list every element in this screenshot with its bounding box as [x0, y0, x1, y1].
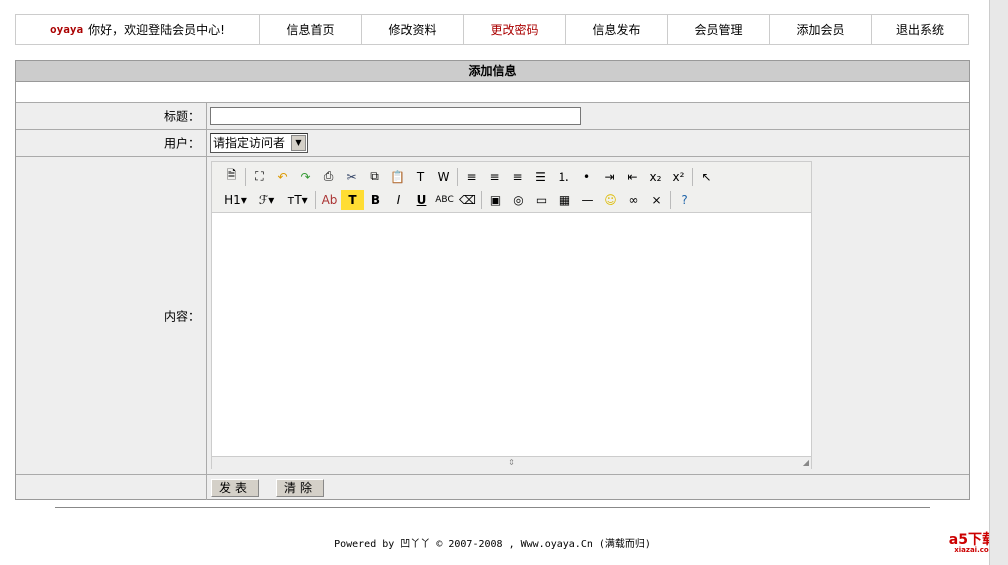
button-row: 发表 清除 [16, 475, 969, 500]
underline-icon[interactable]: U [410, 190, 433, 210]
emoticon-icon[interactable]: ☺ [599, 190, 622, 210]
chevron-down-icon[interactable]: ▼ [291, 135, 306, 151]
redo-icon[interactable]: ↷ [294, 167, 317, 187]
nav-add-member[interactable]: 添加会员 [769, 15, 871, 44]
table-icon[interactable]: ▦ [553, 190, 576, 210]
indent-icon[interactable]: ⇥ [598, 167, 621, 187]
help-icon[interactable]: ? [673, 190, 696, 210]
content-label: 内容： [163, 309, 200, 323]
source-icon[interactable]: 🗎 [220, 167, 243, 187]
eraser-icon[interactable]: ⌫ [456, 190, 479, 210]
toolbar-separator [245, 167, 246, 186]
flash-icon[interactable]: ◎ [507, 190, 530, 210]
bold-icon[interactable]: B [364, 190, 387, 210]
resize-grip-icon[interactable]: ◢ [803, 457, 809, 469]
editor-resize-bar[interactable]: ⇕ ◢ [212, 456, 811, 469]
align-right-icon[interactable]: ≡ [506, 167, 529, 187]
footer-divider [55, 507, 930, 508]
user-select[interactable]: 请指定访问者 ▼ [210, 133, 308, 153]
image-icon[interactable]: ▣ [484, 190, 507, 210]
username: oyaya [50, 23, 84, 36]
paste-text-icon[interactable]: T [409, 167, 432, 187]
nav-logout[interactable]: 退出系统 [871, 15, 968, 44]
font-color-icon[interactable]: Ab [318, 190, 341, 210]
blank-row [16, 82, 969, 103]
title-label: 标题： [163, 109, 200, 124]
content-row: 内容： 🗎 ⛶ ↶ ↷ ⎙ ✂ ⧉ 📋 T W ≡ ≡ ≡ ☰ ⒈ • ⇥ ⇤ x₂ x² ↖ H1▾ ℱ▾ тT▾ Ab T B… [16, 157, 969, 475]
italic-icon[interactable]: I [387, 190, 410, 210]
user-label: 用户： [163, 136, 200, 151]
unordered-list-icon[interactable]: • [575, 167, 598, 187]
user-row: 用户： 请指定访问者 ▼ [16, 130, 969, 157]
clear-button[interactable]: 清除 [276, 479, 325, 497]
editor-toolbar: 🗎 ⛶ ↶ ↷ ⎙ ✂ ⧉ 📋 T W ≡ ≡ ≡ ☰ ⒈ • ⇥ ⇤ x₂ x² ↖ H1▾ ℱ▾ тT▾ Ab T B I U AB… [212, 162, 811, 213]
link-icon[interactable]: ∞ [622, 190, 645, 210]
welcome-cell: oyaya 你好，欢迎登陆会员中心! [16, 15, 259, 44]
subscript-icon[interactable]: x₂ [644, 167, 667, 187]
nav-home[interactable]: 信息首页 [259, 15, 361, 44]
user-select-value: 请指定访问者 [213, 136, 286, 150]
toolbar-separator [692, 167, 693, 186]
horizontal-rule-icon[interactable]: — [576, 190, 599, 210]
unlink-icon[interactable]: ⨯ [645, 190, 668, 210]
toolbar-separator [481, 190, 482, 209]
media-icon[interactable]: ▭ [530, 190, 553, 210]
paste-word-icon[interactable]: W [432, 167, 455, 187]
title-row: 标题： [16, 103, 969, 130]
submit-button[interactable]: 发表 [211, 479, 260, 497]
font-size-icon[interactable]: тT▾ [282, 190, 313, 210]
rich-text-editor: 🗎 ⛶ ↶ ↷ ⎙ ✂ ⧉ 📋 T W ≡ ≡ ≡ ☰ ⒈ • ⇥ ⇤ x₂ x² ↖ H1▾ ℱ▾ тT▾ Ab T B I U AB… [211, 161, 812, 469]
toolbar-separator [670, 190, 671, 209]
nav-member-manage[interactable]: 会员管理 [667, 15, 769, 44]
cut-icon[interactable]: ✂ [340, 167, 363, 187]
vertical-scrollbar[interactable] [989, 0, 1008, 565]
toolbar-separator [457, 167, 458, 186]
justify-icon[interactable]: ☰ [529, 167, 552, 187]
title-input[interactable] [210, 107, 581, 125]
superscript-icon[interactable]: x² [667, 167, 690, 187]
align-center-icon[interactable]: ≡ [483, 167, 506, 187]
nav-publish[interactable]: 信息发布 [565, 15, 667, 44]
toolbar-row: H1▾ ℱ▾ тT▾ Ab T B I U ABC ⌫ ▣ ◎ ▭ ▦ — ☺ ∞ ⨯? [220, 188, 811, 211]
copy-icon[interactable]: ⧉ [363, 167, 386, 187]
select-icon[interactable]: ↖ [695, 167, 718, 187]
nav-change-password[interactable]: 更改密码 [463, 15, 565, 44]
outdent-icon[interactable]: ⇤ [621, 167, 644, 187]
align-left-icon[interactable]: ≡ [460, 167, 483, 187]
strikethrough-icon[interactable]: ABC [433, 190, 456, 210]
footer-text: Powered by 凹丫丫 © 2007-2008 , Www.oyaya.C… [334, 539, 651, 550]
highlight-icon[interactable]: T [341, 189, 364, 210]
print-icon[interactable]: ⎙ [317, 167, 340, 187]
font-icon[interactable]: ℱ▾ [251, 190, 282, 210]
form-header: 添加信息 [16, 61, 969, 82]
ordered-list-icon[interactable]: ⒈ [552, 167, 575, 187]
fullscreen-icon[interactable]: ⛶ [248, 167, 271, 187]
top-nav: oyaya 你好，欢迎登陆会员中心! 信息首页 修改资料 更改密码 信息发布 会员… [15, 14, 969, 45]
undo-icon[interactable]: ↶ [271, 167, 294, 187]
toolbar-separator [315, 190, 316, 209]
heading-icon[interactable]: H1▾ [220, 190, 251, 210]
nav-edit-profile[interactable]: 修改资料 [361, 15, 463, 44]
add-info-form: 添加信息 标题： 用户： 请指定访问者 ▼ 内容： 🗎 ⛶ ↶ ↷ ⎙ ✂ ⧉ 📋 T W ≡ ≡ ≡ ☰ ⒈… [15, 60, 970, 500]
paste-icon[interactable]: 📋 [386, 167, 409, 187]
welcome-text: 你好，欢迎登陆会员中心! [88, 23, 225, 37]
editor-content-area[interactable] [212, 213, 811, 456]
toolbar-row: 🗎 ⛶ ↶ ↷ ⎙ ✂ ⧉ 📋 T W ≡ ≡ ≡ ☰ ⒈ • ⇥ ⇤ x₂ x² ↖ [220, 165, 811, 188]
